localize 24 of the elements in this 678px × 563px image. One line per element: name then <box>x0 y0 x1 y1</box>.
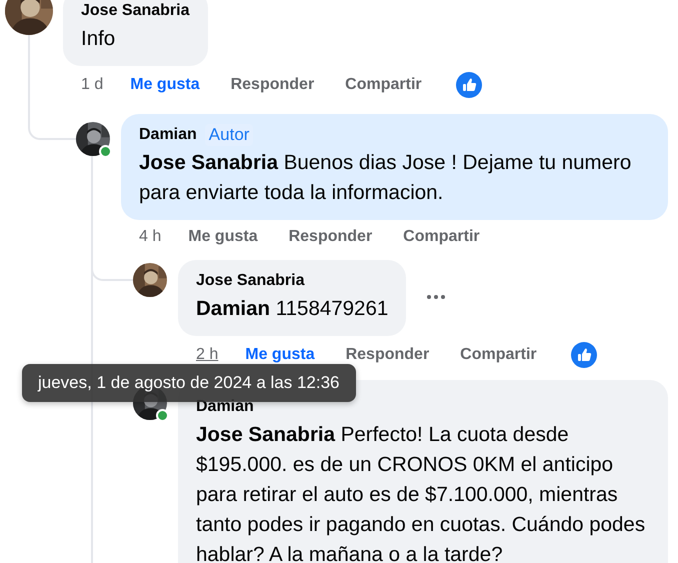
like-button[interactable]: Me gusta <box>130 76 200 94</box>
author-name[interactable]: Damian <box>139 124 197 146</box>
like-button[interactable]: Me gusta <box>245 346 315 364</box>
thumbs-up-icon[interactable] <box>570 342 597 368</box>
timestamp-link[interactable]: 2 h <box>196 344 218 366</box>
reply-button[interactable]: Responder <box>346 346 430 364</box>
share-button[interactable]: Compartir <box>403 228 480 246</box>
share-button[interactable]: Compartir <box>345 76 422 94</box>
comment-text: Damian 1158479261 <box>196 296 388 322</box>
author-name[interactable]: Jose Sanabria <box>81 0 190 22</box>
timestamp-link[interactable]: 4 h <box>139 226 162 248</box>
comment-text: Info <box>81 26 116 52</box>
author-badge: Autor <box>204 124 254 146</box>
reply-button[interactable]: Responder <box>288 228 372 246</box>
date-tooltip: jueves, 1 de agosto de 2024 a las 12:36 <box>22 364 356 402</box>
comment-text: Jose Sanabria Perfecto! La cuota desde $195.000. es de un CRONOS 0KM el anticipo para retirar el auto es de $7.100.000, mientras tanto podes ir pagando en cuotas. Cuándo podes hablar? A la mañana o a la tarde? <box>196 422 646 563</box>
share-button[interactable]: Compartir <box>460 346 537 364</box>
like-button[interactable]: Me gusta <box>188 228 258 246</box>
timestamp-link[interactable]: 1 d <box>81 74 104 96</box>
thumbs-up-icon[interactable] <box>456 72 482 98</box>
author-name[interactable]: Jose Sanabria <box>196 270 304 292</box>
comment-text: Jose Sanabria Buenos dias Jose ! Dejame tu numero para enviarte toda la informacion. <box>139 150 632 206</box>
thread-line <box>28 102 76 140</box>
reply-button[interactable]: Responder <box>230 76 314 94</box>
